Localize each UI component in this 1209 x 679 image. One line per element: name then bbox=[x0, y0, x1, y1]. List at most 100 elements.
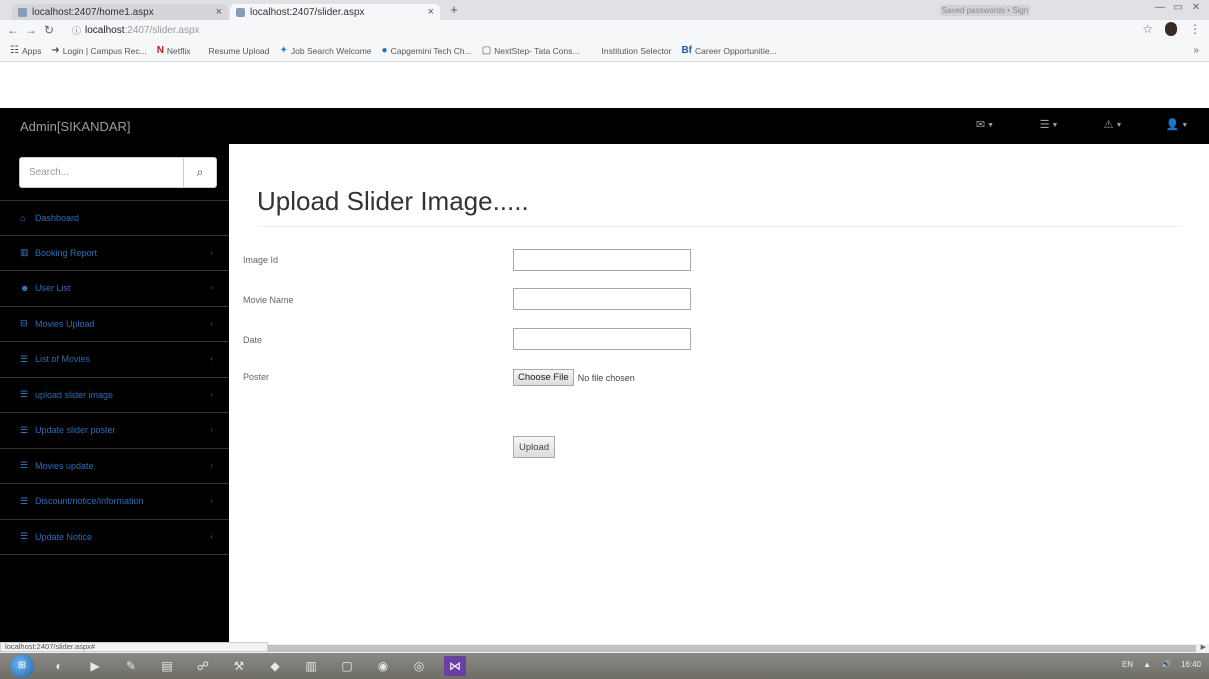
page-favicon-icon bbox=[236, 7, 245, 17]
paint-taskbar-icon[interactable]: ✎ bbox=[120, 656, 142, 676]
bookmark-label: NextStep- Tata Cons... bbox=[494, 45, 580, 56]
bookmark-jobsearch[interactable]: ✦ Job Search Welcome bbox=[280, 45, 372, 56]
forward-icon[interactable]: → bbox=[22, 21, 40, 39]
title-divider bbox=[259, 226, 1181, 227]
bookmark-capgemini[interactable]: ● Capgemini Tech Ch... bbox=[382, 45, 472, 56]
chevron-left-icon: ‹ bbox=[210, 425, 213, 434]
maximize-icon[interactable]: ▭ bbox=[1171, 2, 1185, 14]
bookmark-nextstep[interactable]: ▢ NextStep- Tata Cons... bbox=[482, 45, 580, 56]
sidebar-menu: ⌂ Dashboard ▥ Booking Report ‹ ☻ User Li… bbox=[0, 200, 229, 555]
career-icon: Bf bbox=[681, 45, 692, 56]
netflix-icon: N bbox=[156, 45, 164, 56]
media-taskbar-icon[interactable]: ▶ bbox=[84, 656, 106, 676]
chevron-left-icon: ‹ bbox=[210, 460, 213, 470]
bell-icon: ⚠ bbox=[1103, 119, 1114, 131]
sidebar-item-upload-slider-image[interactable]: ☰ upload slider image ‹ bbox=[0, 378, 229, 413]
language-indicator[interactable]: EN bbox=[1122, 660, 1133, 669]
browser-menu-icon[interactable]: ⋮ bbox=[1189, 22, 1201, 36]
chevron-left-icon: ‹ bbox=[210, 354, 213, 363]
sidebar-item-user-list[interactable]: ☻ User List ‹ bbox=[0, 271, 229, 307]
bookmark-netflix[interactable]: N Netflix bbox=[157, 45, 191, 56]
search-button[interactable]: ⌕ bbox=[183, 158, 216, 187]
bookmark-resume[interactable]: Resume Upload bbox=[209, 46, 270, 56]
search-input[interactable] bbox=[20, 158, 185, 187]
browser-tab-slider[interactable]: localhost:2407/slider.aspx × bbox=[230, 4, 440, 20]
close-window-icon[interactable]: ✕ bbox=[1189, 2, 1203, 14]
bookmark-campus[interactable]: ➜ Login | Campus Rec... bbox=[51, 45, 146, 56]
close-tab-icon[interactable]: × bbox=[428, 6, 434, 18]
date-field[interactable] bbox=[513, 328, 691, 350]
browser-taskbar-icon[interactable]: ◎ bbox=[408, 656, 430, 676]
user-dropdown[interactable]: 👤 ▼ bbox=[1145, 118, 1209, 131]
browser-tab-strip: localhost:2407/home1.aspx × localhost:24… bbox=[0, 0, 1209, 20]
profile-avatar-icon[interactable] bbox=[1165, 22, 1177, 36]
brand-title[interactable]: Admin[SIKANDAR] bbox=[20, 119, 131, 134]
movie-name-field[interactable] bbox=[513, 288, 691, 310]
browser-toolbar: ← → ↻ ⓘ localhost:2407/slider.aspx ☆ ⋮ bbox=[0, 20, 1209, 40]
sidebar-item-movies-upload[interactable]: ⊟ Movies Upload ‹ bbox=[0, 307, 229, 342]
sidebar-item-dashboard[interactable]: ⌂ Dashboard bbox=[0, 200, 229, 236]
window-controls: — ▭ ✕ bbox=[1153, 2, 1203, 14]
image-id-field[interactable] bbox=[513, 249, 691, 271]
site-info-icon[interactable]: ⓘ bbox=[72, 24, 81, 37]
window-taskbar-icon[interactable]: ▢ bbox=[336, 656, 358, 676]
sidebar-item-movies-update[interactable]: ☰ Movies update ‹ bbox=[0, 449, 229, 484]
sidebar-item-booking-report[interactable]: ▥ Booking Report ‹ bbox=[0, 236, 229, 271]
scrollbar-thumb[interactable] bbox=[268, 645, 1196, 652]
navbar-icons: ✉ ▼ ☰ ▼ ⚠ ▼ 👤 ▼ bbox=[953, 118, 1209, 131]
messages-dropdown[interactable]: ✉ ▼ bbox=[953, 118, 1017, 131]
bookmark-institution[interactable]: Institution Selector bbox=[602, 46, 672, 56]
bookmarks-overflow-icon[interactable]: » bbox=[1193, 45, 1199, 56]
search-icon: ⌕ bbox=[196, 165, 204, 179]
job-search-icon: ✦ bbox=[279, 45, 288, 56]
visual-studio-taskbar-icon[interactable]: ⋈ bbox=[444, 656, 466, 676]
app-taskbar-icon[interactable]: ◆ bbox=[264, 656, 286, 676]
explorer-taskbar-icon[interactable]: ▤ bbox=[156, 656, 178, 676]
sidebar: ⌕ ⌂ Dashboard ▥ Booking Report ‹ ☻ User … bbox=[0, 144, 229, 642]
browser-profile-chip[interactable]: Saved passwords • Sign in bbox=[940, 5, 1030, 16]
ie-taskbar-icon[interactable]: ◐ bbox=[48, 656, 70, 676]
chrome-taskbar-icon[interactable]: ◉ bbox=[372, 656, 394, 676]
tool-taskbar-icon[interactable]: ⚒ bbox=[228, 656, 250, 676]
bookmark-label: Resume Upload bbox=[208, 45, 270, 56]
scroll-right-icon[interactable]: ▶ bbox=[1201, 643, 1206, 651]
bookmark-label: Job Search Welcome bbox=[290, 45, 372, 56]
folder-taskbar-icon[interactable]: ▥ bbox=[300, 656, 322, 676]
reload-icon[interactable]: ↻ bbox=[40, 21, 58, 39]
bookmark-label: Career Opportunitie... bbox=[695, 45, 777, 56]
bookmark-career[interactable]: Bf Career Opportunitie... bbox=[681, 45, 776, 56]
start-button[interactable]: ⊞ bbox=[10, 654, 34, 678]
chevron-left-icon: ‹ bbox=[210, 247, 213, 257]
new-tab-button[interactable]: + bbox=[446, 3, 462, 17]
chevron-left-icon: ‹ bbox=[210, 496, 213, 505]
sidebar-item-list-of-movies[interactable]: ☰ List of Movies ‹ bbox=[0, 342, 229, 378]
sidebar-item-discount-notice[interactable]: ☰ Discount/notice/information ‹ bbox=[0, 484, 229, 520]
network-taskbar-icon[interactable]: ☍ bbox=[192, 656, 214, 676]
alerts-dropdown[interactable]: ⚠ ▼ bbox=[1081, 118, 1145, 131]
sidebar-item-update-notice[interactable]: ☰ Update Notice ‹ bbox=[0, 520, 229, 555]
address-bar[interactable]: ⓘ localhost:2407/slider.aspx bbox=[72, 23, 1092, 38]
tasks-dropdown[interactable]: ☰ ▼ bbox=[1017, 118, 1081, 131]
windows-logo-icon: ⊞ bbox=[17, 660, 27, 671]
bookmark-star-icon[interactable]: ☆ bbox=[1142, 22, 1153, 36]
back-icon[interactable]: ← bbox=[4, 21, 22, 39]
file-status-text: No file chosen bbox=[577, 372, 635, 383]
choose-file-button[interactable]: Choose File bbox=[513, 369, 574, 386]
upload-button[interactable]: Upload bbox=[513, 436, 556, 458]
show-hidden-icons-icon[interactable]: ▲ bbox=[1143, 660, 1151, 669]
browser-tab-home[interactable]: localhost:2407/home1.aspx × bbox=[12, 4, 228, 20]
status-url-bubble: localhost:2407/slider.aspx# bbox=[0, 642, 268, 652]
tab-title: localhost:2407/slider.aspx bbox=[250, 6, 365, 18]
minimize-icon[interactable]: — bbox=[1153, 2, 1167, 14]
login-arrow-icon: ➜ bbox=[51, 45, 60, 56]
bookmark-apps[interactable]: ☷ Apps bbox=[10, 45, 41, 56]
caret-down-icon: ▼ bbox=[987, 121, 995, 129]
clock[interactable]: 16:40 bbox=[1181, 660, 1201, 669]
close-tab-icon[interactable]: × bbox=[216, 6, 222, 18]
volume-icon[interactable]: 🔊 bbox=[1161, 660, 1171, 669]
chevron-left-icon: ‹ bbox=[210, 389, 213, 399]
chevron-left-icon: ‹ bbox=[210, 318, 213, 328]
bookmark-label: Institution Selector bbox=[601, 45, 672, 56]
sidebar-item-update-slider-poster[interactable]: ☰ Update slider poster ‹ bbox=[0, 413, 229, 449]
users-icon: ☻ bbox=[20, 283, 30, 294]
